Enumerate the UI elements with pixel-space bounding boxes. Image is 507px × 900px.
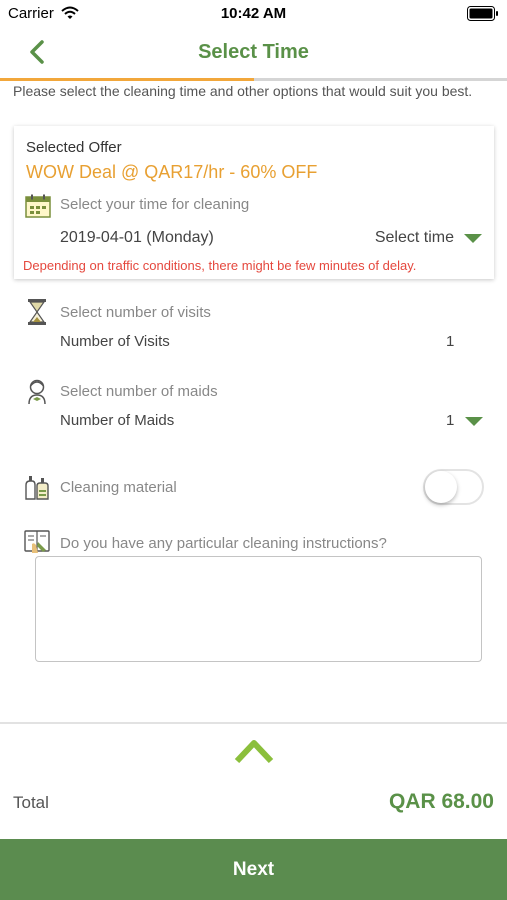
- select-time-dropdown[interactable]: Select time: [375, 227, 482, 249]
- progress-fill: [0, 78, 254, 81]
- page-title: Select Time: [198, 41, 309, 63]
- hourglass-icon: [28, 299, 46, 325]
- selected-date[interactable]: 2019-04-01 (Monday): [60, 229, 214, 247]
- time-prompt: Select your time for cleaning: [60, 196, 250, 213]
- toggle-knob: [425, 471, 457, 503]
- total-value: QAR 68.00: [388, 790, 494, 813]
- bottom-divider: [0, 722, 507, 724]
- status-bar: Carrier 10:42 AM: [0, 0, 507, 28]
- status-time: 10:42 AM: [220, 5, 287, 22]
- maids-prompt: Select number of maids: [60, 383, 218, 400]
- battery-icon: [467, 6, 499, 26]
- instructions-textarea[interactable]: [35, 556, 482, 662]
- progress-bar: [0, 78, 507, 81]
- nav-bar: Select Time: [0, 28, 507, 78]
- cleaning-bottles-icon: [25, 476, 49, 500]
- maid-icon: [28, 379, 46, 405]
- cleaning-material-toggle[interactable]: [423, 469, 484, 505]
- offer-name: WOW Deal @ QAR17/hr - 60% OFF: [26, 162, 318, 182]
- visits-count[interactable]: 1: [446, 333, 454, 350]
- select-time-label: Select time: [374, 229, 454, 246]
- notes-icon: [24, 530, 50, 553]
- calendar-icon: [25, 194, 51, 218]
- next-button[interactable]: Next: [0, 839, 507, 900]
- visits-label: Number of Visits: [60, 333, 170, 350]
- total-label: Total: [13, 793, 49, 812]
- visits-prompt: Select number of visits: [60, 304, 211, 321]
- caret-down-icon[interactable]: [465, 417, 483, 426]
- caret-down-icon: [464, 233, 482, 243]
- offer-heading: Selected Offer: [26, 139, 122, 156]
- maids-count[interactable]: 1: [446, 412, 454, 429]
- intro-text: Please select the cleaning time and othe…: [13, 83, 473, 99]
- offer-card: Selected Offer WOW Deal @ QAR17/hr - 60%…: [14, 126, 494, 279]
- delay-warning: Depending on traffic conditions, there m…: [23, 258, 417, 273]
- chevron-up-icon[interactable]: [234, 737, 274, 765]
- cleaning-material-label: Cleaning material: [60, 479, 177, 496]
- maids-label: Number of Maids: [60, 412, 175, 429]
- instructions-prompt: Do you have any particular cleaning inst…: [60, 535, 387, 552]
